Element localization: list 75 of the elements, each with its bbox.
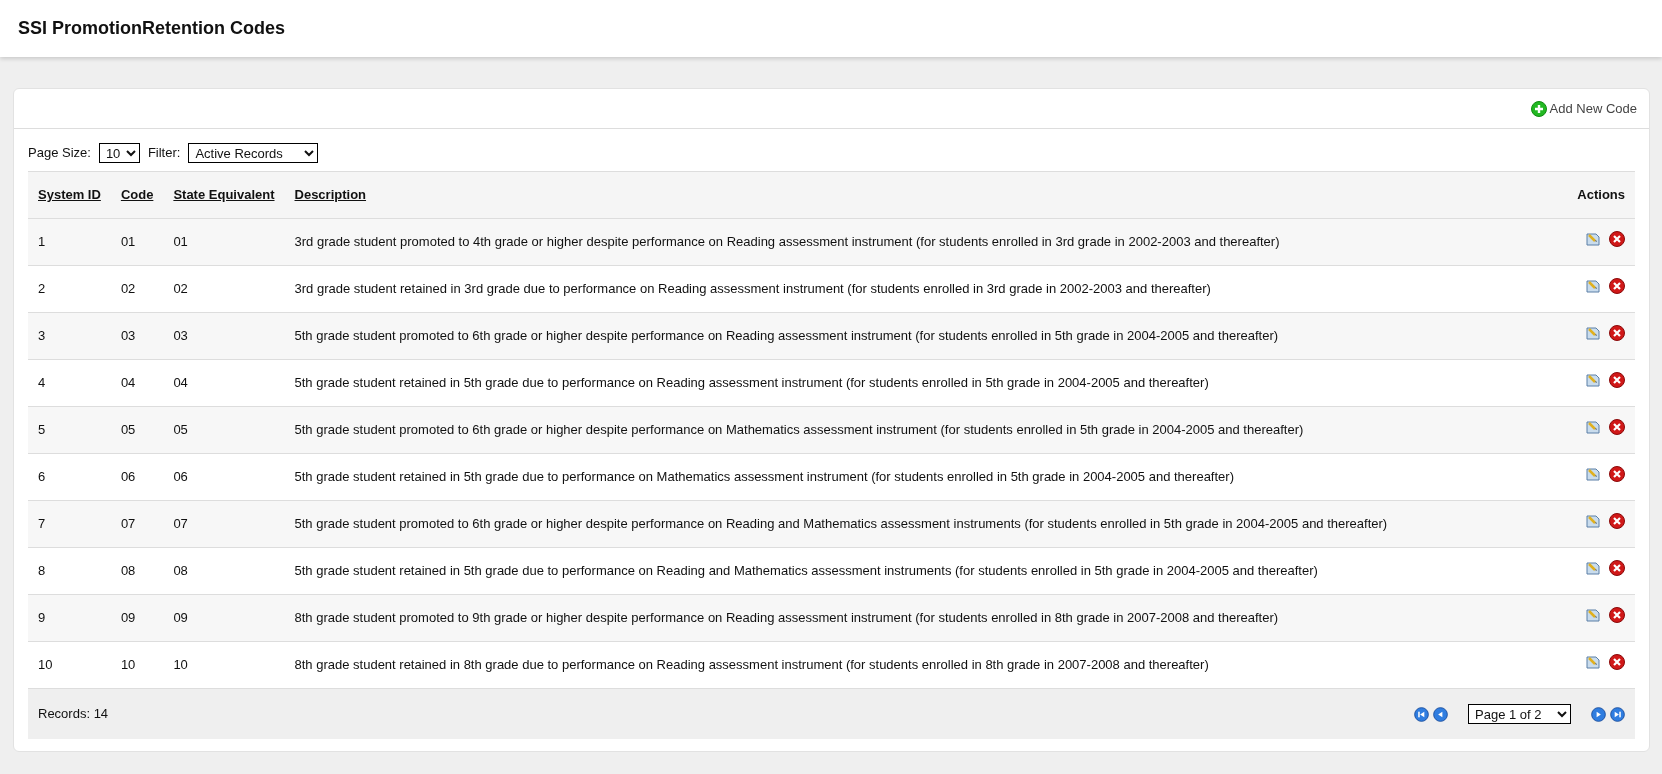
delete-icon[interactable] xyxy=(1609,513,1625,530)
edit-icon[interactable] xyxy=(1585,325,1601,342)
table-cell: 1 xyxy=(38,234,46,250)
delete-icon[interactable] xyxy=(1609,466,1625,483)
table-cell: 3rd grade student retained in 3rd grade due to performance on Reading assessment instrument (for students enrolled in 3rd grade in 2002-2003 and thereafter) xyxy=(294,281,1211,297)
table-cell: 5th grade student promoted to 6th grade or higher despite performance on Reading and Mathematics assessment instruments (for students enrolled in 5th grade in 2004-2005 and thereafter) xyxy=(294,516,1388,532)
delete-icon[interactable] xyxy=(1609,654,1625,671)
filter-label: Filter: xyxy=(147,144,181,163)
table-cell: 08 xyxy=(120,563,136,579)
edit-icon[interactable] xyxy=(1585,560,1601,577)
table-cell: 5 xyxy=(38,422,46,438)
table-cell: 2 xyxy=(38,281,46,297)
table-cell: 6 xyxy=(38,469,46,485)
previous-page-icon[interactable] xyxy=(1433,706,1448,722)
delete-icon[interactable] xyxy=(1609,607,1625,624)
delete-icon[interactable] xyxy=(1609,325,1625,342)
table-cell: 8th grade student promoted to 9th grade or higher despite performance on Reading assessment instrument (for students enrolled in 8th grade in 2007-2008 and thereafter) xyxy=(294,610,1279,626)
edit-icon[interactable] xyxy=(1585,607,1601,624)
column-header-link[interactable]: Description xyxy=(294,187,367,203)
page-size-label: Page Size: xyxy=(28,144,91,163)
table-cell: 10 xyxy=(173,657,188,673)
delete-icon[interactable] xyxy=(1609,560,1625,577)
table-cell: 07 xyxy=(173,516,188,532)
table-cell: 09 xyxy=(120,610,136,626)
table-cell: 05 xyxy=(173,422,188,438)
edit-icon[interactable] xyxy=(1585,419,1601,436)
column-header: Actions xyxy=(1577,187,1625,203)
table-cell: 01 xyxy=(173,234,188,250)
table-cell: 08 xyxy=(173,563,188,579)
table-cell: 09 xyxy=(173,610,188,626)
page-size-select[interactable]: 10 xyxy=(98,143,140,163)
edit-icon[interactable] xyxy=(1585,654,1601,671)
table-cell: 8th grade student retained in 8th grade due to performance on Reading assessment instrument (for students enrolled in 8th grade in 2007-2008 and thereafter) xyxy=(294,657,1209,673)
table-cell: 3rd grade student promoted to 4th grade or higher despite performance on Reading assessment instrument (for students enrolled in 3rd grade in 2002-2003 and thereafter) xyxy=(294,234,1280,250)
table-cell: 3 xyxy=(38,328,46,344)
table-cell: 03 xyxy=(173,328,188,344)
delete-icon[interactable] xyxy=(1609,419,1625,436)
table-cell: 10 xyxy=(38,657,53,673)
table-cell: 04 xyxy=(120,375,136,391)
first-page-icon[interactable] xyxy=(1414,706,1429,722)
table-cell: 06 xyxy=(173,469,188,485)
table-cell: 06 xyxy=(120,469,136,485)
table-cell: 5th grade student promoted to 6th grade or higher despite performance on Mathematics assessment instrument (for students enrolled in 5th grade in 2004-2005 and thereafter) xyxy=(294,422,1304,438)
table-cell: 5th grade student retained in 5th grade due to performance on Mathematics assessment instrument (for students enrolled in 5th grade in 2004-2005 and thereafter) xyxy=(294,469,1234,485)
table-cell: 10 xyxy=(120,657,136,673)
page-select[interactable]: Page 1 of 2 xyxy=(1468,704,1571,724)
edit-icon[interactable] xyxy=(1585,466,1601,483)
table-cell: 01 xyxy=(120,234,136,250)
delete-icon[interactable] xyxy=(1609,278,1625,295)
table-cell: 8 xyxy=(38,563,46,579)
table-cell: 5th grade student promoted to 6th grade or higher despite performance on Reading assessment instrument (for students enrolled in 5th grade in 2004-2005 and thereafter) xyxy=(294,328,1279,344)
table-cell: 4 xyxy=(38,375,46,391)
filter-select[interactable]: Active Records xyxy=(188,143,319,163)
next-page-icon[interactable] xyxy=(1591,706,1606,722)
table-cell: 07 xyxy=(120,516,136,532)
table-cell: 02 xyxy=(120,281,136,297)
edit-icon[interactable] xyxy=(1585,513,1601,530)
edit-icon[interactable] xyxy=(1585,278,1601,295)
records-count: Records: 14 xyxy=(38,705,109,724)
add-icon xyxy=(1530,100,1547,117)
table-cell: 5th grade student retained in 5th grade due to performance on Reading and Mathematics assessment instruments (for students enrolled in 5th grade in 2004-2005 and thereafter) xyxy=(294,563,1318,579)
table-cell: 7 xyxy=(38,516,46,532)
table-cell: 03 xyxy=(120,328,136,344)
page-title: SSI PromotionRetention Codes xyxy=(18,17,285,40)
edit-icon[interactable] xyxy=(1585,231,1601,248)
table-cell: 5th grade student retained in 5th grade due to performance on Reading assessment instrument (for students enrolled in 5th grade in 2004-2005 and thereafter) xyxy=(294,375,1209,391)
table-cell: 05 xyxy=(120,422,136,438)
add-new-code-link[interactable]: Add New Code xyxy=(1530,98,1637,119)
table-cell: 02 xyxy=(173,281,188,297)
edit-icon[interactable] xyxy=(1585,372,1601,389)
table-cell: 04 xyxy=(173,375,188,391)
last-page-icon[interactable] xyxy=(1610,706,1625,722)
table-cell: 9 xyxy=(38,610,46,626)
delete-icon[interactable] xyxy=(1609,231,1625,248)
delete-icon[interactable] xyxy=(1609,372,1625,389)
